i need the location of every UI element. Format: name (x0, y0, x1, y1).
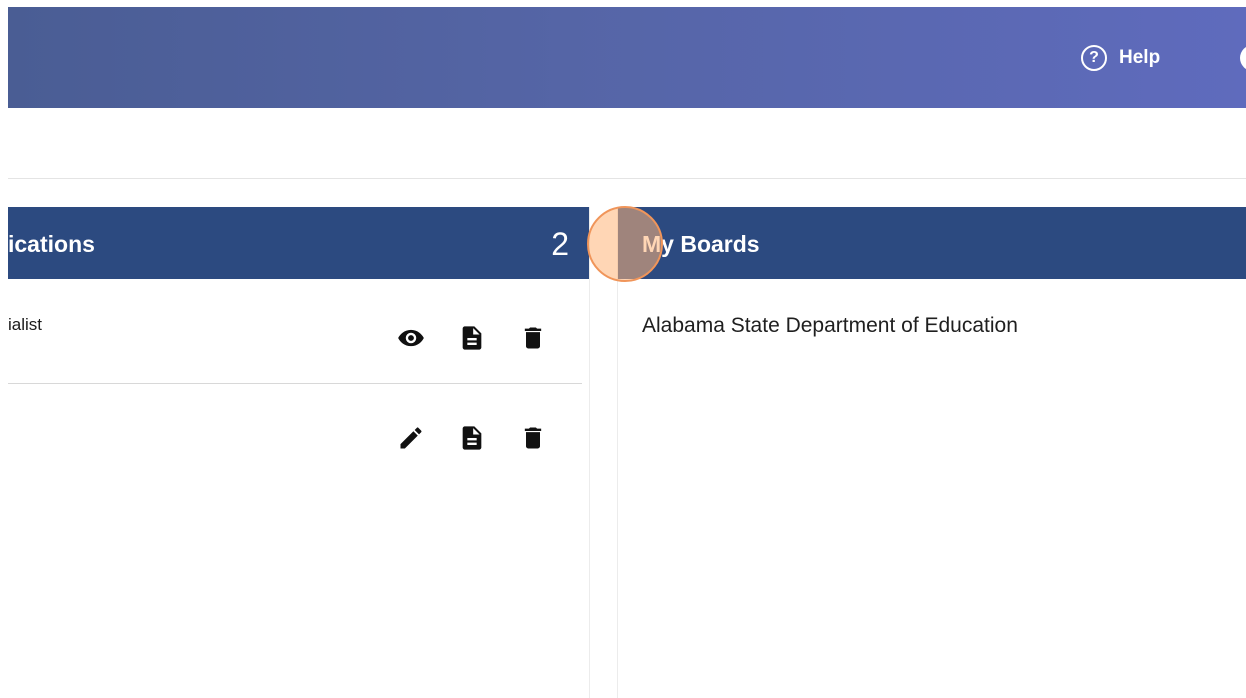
boards-panel: My Boards Alabama State Department of Ed… (617, 207, 1246, 698)
delete-button[interactable] (518, 323, 548, 353)
boards-panel-header: My Boards (618, 207, 1246, 279)
help-button[interactable]: ? Help (1081, 45, 1160, 71)
document-button[interactable] (457, 323, 487, 353)
applications-count-badge: 2 (551, 226, 569, 262)
click-indicator (587, 206, 663, 282)
application-row: ialist (8, 279, 582, 384)
board-item[interactable]: Alabama State Department of Education (642, 314, 1018, 338)
document-icon (462, 326, 482, 350)
application-row (8, 385, 582, 480)
applications-panel-title: ications (8, 231, 95, 257)
view-button[interactable] (396, 323, 426, 353)
eye-icon (398, 329, 424, 347)
account-icon[interactable] (1240, 45, 1246, 71)
sub-header-bar (8, 108, 1246, 179)
delete-button[interactable] (518, 423, 548, 453)
question-circle-icon: ? (1081, 45, 1107, 71)
help-label: Help (1119, 47, 1161, 68)
applications-panel: ications 2 ialist (8, 207, 590, 698)
applications-panel-header: ications 2 (8, 207, 589, 279)
document-icon (462, 426, 482, 450)
application-row-label: ialist (8, 315, 43, 334)
trash-icon (524, 427, 542, 449)
application-row-actions (396, 323, 548, 353)
trash-icon (524, 327, 542, 349)
application-row-actions (396, 423, 548, 453)
app-frame: ? Help ications 2 ialist My Boards Alaba… (8, 7, 1246, 698)
pencil-icon (400, 427, 422, 449)
document-button[interactable] (457, 423, 487, 453)
top-navigation-bar: ? Help (8, 7, 1246, 108)
edit-button[interactable] (396, 423, 426, 453)
